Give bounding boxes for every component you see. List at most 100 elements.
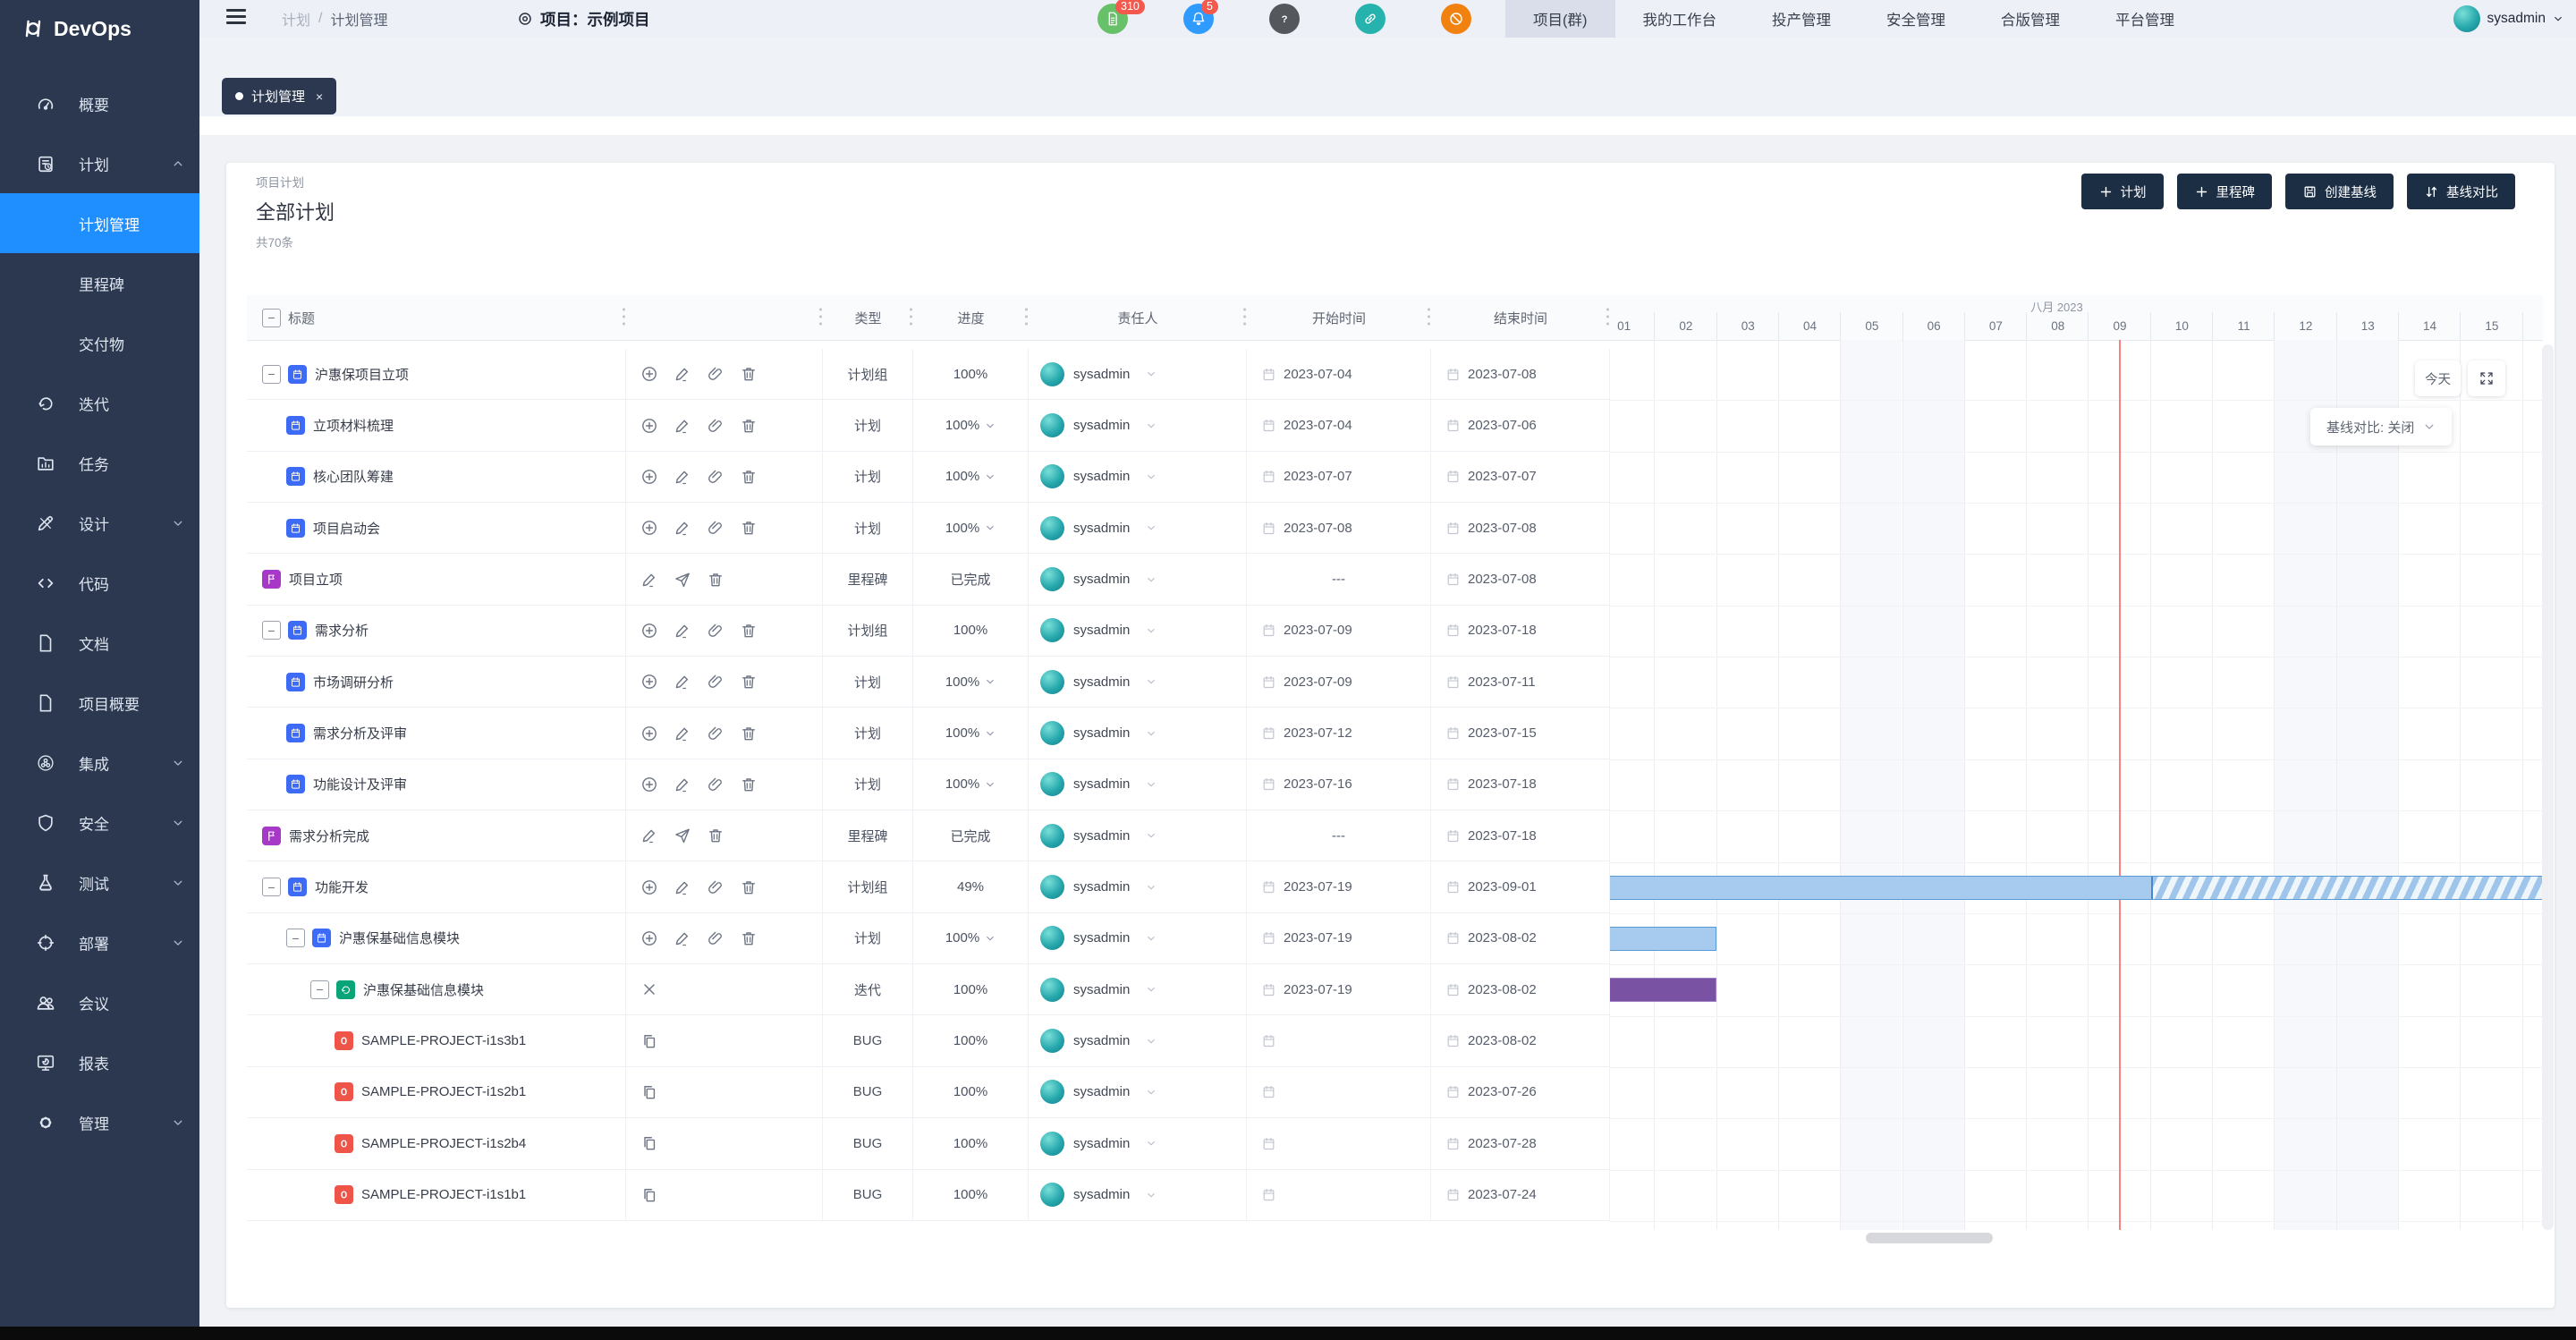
edit-icon[interactable] (674, 776, 691, 793)
sidebar-item-项目概要[interactable]: 项目概要 (0, 673, 199, 733)
row-title[interactable]: SAMPLE-PROJECT-i1s2b4 (361, 1136, 526, 1151)
sidebar-item-文档[interactable]: 文档 (0, 613, 199, 673)
cell-start-date[interactable]: 2023-07-19 (1247, 861, 1431, 912)
question-button[interactable] (1269, 4, 1300, 34)
docfile-button[interactable]: 310 (1097, 4, 1128, 34)
copy-icon[interactable] (640, 1134, 658, 1152)
row-title[interactable]: 需求分析 (315, 621, 369, 640)
row-title[interactable]: SAMPLE-PROJECT-i1s2b1 (361, 1084, 526, 1099)
row-title[interactable]: 核心团队筹建 (313, 467, 394, 486)
cell-owner[interactable]: sysadmin (1029, 810, 1247, 861)
send-icon[interactable] (674, 827, 691, 844)
edit-icon[interactable] (640, 827, 658, 844)
vertical-scrollbar[interactable] (2542, 344, 2554, 1230)
cell-start-date[interactable] (1247, 1015, 1431, 1065)
attach-icon[interactable] (707, 519, 724, 537)
user-menu[interactable]: sysadmin (2453, 0, 2563, 38)
delete-icon[interactable] (740, 519, 758, 537)
collapse-toggle[interactable]: − (262, 365, 281, 384)
gantt-fullscreen-button[interactable] (2468, 360, 2505, 396)
edit-icon[interactable] (640, 571, 658, 589)
cell-progress[interactable]: 100% (913, 452, 1029, 502)
attach-icon[interactable] (707, 468, 724, 486)
cell-start-date[interactable]: 2023-07-12 (1247, 708, 1431, 758)
edit-icon[interactable] (674, 878, 691, 896)
cell-progress[interactable]: 100% (913, 503, 1029, 553)
cell-end-date[interactable]: 2023-07-06 (1431, 400, 1610, 450)
cell-end-date[interactable]: 2023-07-11 (1431, 657, 1610, 707)
cell-owner[interactable]: sysadmin (1029, 657, 1247, 707)
attach-icon[interactable] (707, 673, 724, 691)
cell-owner[interactable]: sysadmin (1029, 861, 1247, 912)
sidebar-item-计划[interactable]: 计划 (0, 133, 199, 193)
horizontal-scrollbar[interactable] (1866, 1233, 1993, 1243)
row-title[interactable]: 功能开发 (315, 878, 369, 896)
cell-owner[interactable]: sysadmin (1029, 708, 1247, 758)
topnav-item-项目(群)[interactable]: 项目(群) (1505, 0, 1615, 38)
collapse-toggle[interactable]: − (262, 878, 281, 896)
row-title[interactable]: 市场调研分析 (313, 673, 394, 691)
cell-owner[interactable]: sysadmin (1029, 1015, 1247, 1065)
button-计划[interactable]: 计划 (2081, 174, 2164, 209)
add-icon[interactable] (640, 519, 658, 537)
sidebar-item-交付物[interactable]: 交付物 (0, 313, 199, 373)
row-title[interactable]: 需求分析完成 (289, 827, 369, 845)
delete-icon[interactable] (740, 673, 758, 691)
gantt-bar[interactable] (1610, 978, 1716, 1002)
attach-icon[interactable] (707, 622, 724, 640)
sidebar-item-里程碑[interactable]: 里程碑 (0, 253, 199, 313)
cell-start-date[interactable]: 2023-07-19 (1247, 964, 1431, 1014)
cell-start-date[interactable] (1247, 1170, 1431, 1220)
cell-owner[interactable]: sysadmin (1029, 1170, 1247, 1220)
bell-button[interactable]: 5 (1183, 4, 1214, 34)
copy-icon[interactable] (640, 1083, 658, 1101)
cell-start-date[interactable]: 2023-07-08 (1247, 503, 1431, 553)
cell-end-date[interactable]: 2023-08-02 (1431, 913, 1610, 963)
cell-start-date[interactable]: 2023-07-09 (1247, 657, 1431, 707)
cell-owner[interactable]: sysadmin (1029, 1118, 1247, 1168)
baseline-compare-dropdown[interactable]: 基线对比: 关闭 (2310, 408, 2452, 445)
add-icon[interactable] (640, 365, 658, 383)
add-icon[interactable] (640, 776, 658, 793)
sidebar-item-概要[interactable]: 概要 (0, 73, 199, 133)
add-icon[interactable] (640, 468, 658, 486)
sidebar-item-任务[interactable]: 任务 (0, 433, 199, 493)
cell-owner[interactable]: sysadmin (1029, 503, 1247, 553)
cell-owner[interactable]: sysadmin (1029, 913, 1247, 963)
cell-owner[interactable]: sysadmin (1029, 400, 1247, 450)
add-icon[interactable] (640, 417, 658, 435)
cell-end-date[interactable]: 2023-07-15 (1431, 708, 1610, 758)
sidebar-item-部署[interactable]: 部署 (0, 912, 199, 972)
sidebar-item-报表[interactable]: 报表 (0, 1032, 199, 1092)
sidebar-item-迭代[interactable]: 迭代 (0, 373, 199, 433)
ban-button[interactable] (1441, 4, 1471, 34)
attach-icon[interactable] (707, 417, 724, 435)
cell-owner[interactable]: sysadmin (1029, 606, 1247, 656)
edit-icon[interactable] (674, 365, 691, 383)
cell-owner[interactable]: sysadmin (1029, 452, 1247, 502)
cell-progress[interactable]: 100% (913, 708, 1029, 758)
topnav-item-我的工作台[interactable]: 我的工作台 (1615, 0, 1745, 38)
gantt-bar[interactable] (1610, 927, 1716, 951)
cell-end-date[interactable]: 2023-08-02 (1431, 964, 1610, 1014)
tab-plan-management[interactable]: 计划管理 × (222, 78, 336, 114)
collapse-toggle[interactable]: − (310, 980, 329, 999)
cell-end-date[interactable]: 2023-07-18 (1431, 810, 1610, 861)
collapse-all-toggle[interactable]: − (262, 309, 281, 327)
cell-end-date[interactable]: 2023-07-18 (1431, 759, 1610, 810)
edit-icon[interactable] (674, 725, 691, 742)
cell-start-date[interactable]: --- (1247, 554, 1431, 604)
cell-end-date[interactable]: 2023-07-24 (1431, 1170, 1610, 1220)
add-icon[interactable] (640, 725, 658, 742)
breadcrumb-section[interactable]: 计划 (282, 8, 310, 30)
sidebar-item-计划管理[interactable]: 计划管理 (0, 193, 199, 253)
cell-end-date[interactable]: 2023-07-28 (1431, 1118, 1610, 1168)
sidebar-item-代码[interactable]: 代码 (0, 553, 199, 613)
edit-icon[interactable] (674, 417, 691, 435)
row-title[interactable]: 沪惠保项目立项 (315, 365, 409, 384)
delete-icon[interactable] (740, 622, 758, 640)
cell-start-date[interactable]: --- (1247, 810, 1431, 861)
copy-icon[interactable] (640, 1186, 658, 1204)
edit-icon[interactable] (674, 673, 691, 691)
row-title[interactable]: 项目启动会 (313, 519, 380, 538)
